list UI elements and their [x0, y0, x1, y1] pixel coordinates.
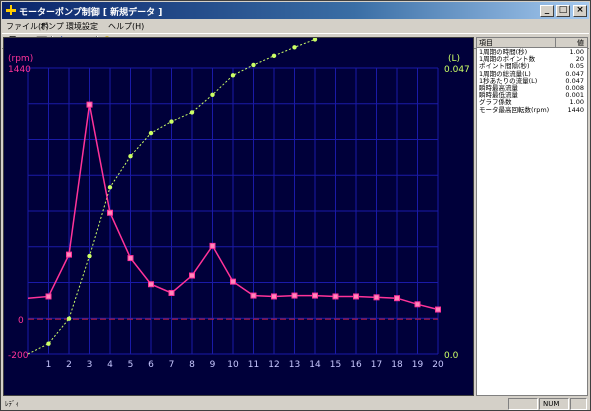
- status-pane-empty: [508, 398, 538, 410]
- app-icon: [6, 5, 16, 15]
- minimize-button[interactable]: _: [540, 5, 554, 17]
- panel-header: 項目 値: [477, 38, 587, 48]
- menu-bar: ファイル(F) ポンプ 環境設定 ヘルプ(H): [2, 19, 589, 33]
- rpm-point: [353, 293, 359, 300]
- x-tick-label: 11: [248, 360, 259, 370]
- flow-chart: (rpm)14400-200(L)0.0470.01 2 3 4 5 6 7 8 9 10 11 12…: [8, 0, 470, 370]
- maximize-button[interactable]: □: [556, 5, 570, 17]
- rpm-point: [148, 281, 154, 288]
- close-button[interactable]: ×: [573, 5, 587, 17]
- menu-help[interactable]: ヘルプ(H): [108, 21, 144, 32]
- flow-point: [251, 62, 256, 68]
- left-axis-min-label: -200: [8, 351, 29, 361]
- flow-point: [271, 53, 277, 59]
- rpm-point: [86, 101, 93, 108]
- rpm-point: [66, 251, 72, 258]
- flow-point: [230, 73, 236, 78]
- x-tick-label: 2: [66, 360, 72, 370]
- x-tick-label: 15: [330, 360, 341, 370]
- x-tick-label: 8: [189, 360, 195, 370]
- x-tick-label: 20: [432, 360, 444, 370]
- left-axis-unit: (rpm): [8, 54, 33, 64]
- left-axis-max-label: 1440: [8, 65, 31, 75]
- rpm-point: [250, 292, 257, 299]
- rpm-point: [312, 292, 318, 299]
- rpm-point: [291, 292, 298, 299]
- right-axis-max-label: 0.047: [444, 65, 470, 75]
- menu-pump[interactable]: ポンプ: [40, 21, 64, 32]
- flow-point: [148, 130, 154, 136]
- status-text: ﾚﾃﾞｨ: [5, 400, 19, 408]
- rpm-point: [209, 242, 216, 249]
- panel-header-value[interactable]: 値: [577, 38, 584, 48]
- rpm-point: [373, 294, 380, 301]
- flow-point: [189, 110, 195, 115]
- rpm-point: [271, 293, 277, 300]
- status-num: NUM: [539, 398, 569, 410]
- flow-point: [210, 92, 215, 97]
- menu-settings[interactable]: 環境設定: [66, 21, 98, 32]
- x-tick-label: 17: [371, 360, 382, 370]
- main-window: モーターポンプ制御 [ 新規データ ] _ □ × ファイル(F) ポンプ 環境…: [0, 0, 591, 411]
- x-tick-label: 3: [87, 360, 93, 370]
- flow-point: [169, 119, 174, 124]
- panel-row-value: 1440: [567, 105, 584, 114]
- x-tick-label: 13: [289, 360, 300, 370]
- x-tick-label: 14: [309, 360, 321, 370]
- rpm-point: [107, 209, 113, 216]
- flow-point: [87, 253, 92, 259]
- chart-area[interactable]: (rpm) 1440 0 -200 (L) 0.047 0.0 1 2 3 4 5 6 7 8 9 10 11 12…: [3, 0, 474, 396]
- x-tick-label: 6: [148, 360, 154, 370]
- panel-header-key[interactable]: 項目: [479, 38, 493, 48]
- x-tick-label: 10: [227, 360, 239, 370]
- flow-point: [107, 185, 113, 190]
- rpm-point: [127, 255, 134, 262]
- right-axis-min-label: 0.0: [444, 351, 459, 361]
- window-title: モーターポンプ制御 [ 新規データ ]: [19, 8, 163, 18]
- panel-row[interactable]: モータ最高回転数(rpm) 1440: [477, 105, 587, 114]
- x-tick-label: 19: [412, 360, 424, 370]
- x-tick-label: 9: [210, 360, 216, 370]
- x-tick-label: 1: [46, 360, 52, 370]
- flow-point: [312, 37, 318, 42]
- rpm-point: [45, 293, 52, 300]
- rpm-point: [168, 289, 175, 296]
- status-bar: ﾚﾃﾞｨ NUM: [2, 397, 589, 411]
- x-tick-label: 18: [391, 360, 403, 370]
- x-tick-label: 4: [107, 360, 113, 370]
- flow-point: [128, 154, 133, 159]
- x-tick-label: 7: [169, 360, 175, 370]
- x-tick-label: 5: [128, 360, 134, 370]
- left-axis-zero-label: 0: [18, 316, 24, 326]
- panel-row-key: モータ最高回転数(rpm): [479, 105, 550, 114]
- right-axis-unit: (L): [448, 54, 460, 64]
- rpm-point: [189, 272, 195, 279]
- x-tick-label: 12: [268, 360, 279, 370]
- header-divider[interactable]: [555, 38, 556, 48]
- flow-point: [66, 316, 72, 321]
- rpm-point: [394, 295, 400, 302]
- x-tick-label: 16: [350, 360, 362, 370]
- rpm-point: [435, 306, 441, 313]
- rpm-point: [414, 301, 421, 308]
- rpm-point: [332, 293, 339, 300]
- flow-point: [46, 341, 51, 346]
- status-pane-empty: [570, 398, 587, 410]
- rpm-point: [230, 278, 236, 285]
- flow-point: [292, 45, 297, 50]
- info-panel: 項目 値 1周期の時間(秒) 1.00 1周期のポイント数 20 ポイント間隔(秒) 0.…: [476, 37, 588, 396]
- title-bar[interactable]: モーターポンプ制御 [ 新規データ ] _ □ ×: [2, 2, 589, 19]
